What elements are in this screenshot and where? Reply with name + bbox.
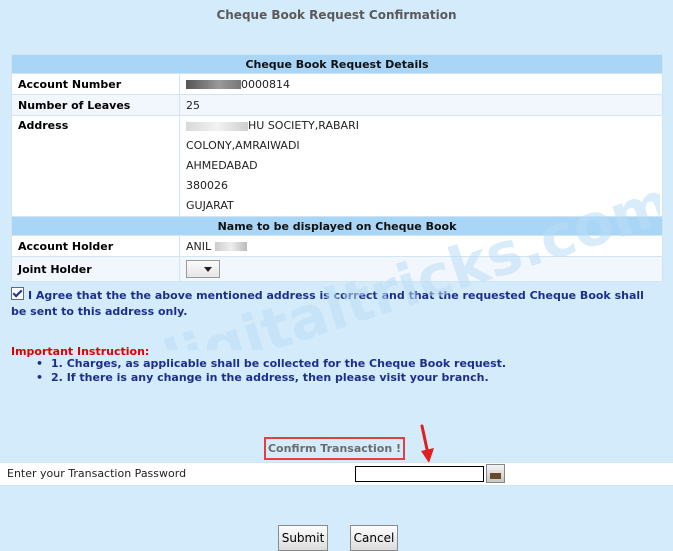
page-title: Cheque Book Request Confirmation	[216, 8, 457, 22]
address-line: AHMEDABAD	[186, 159, 258, 172]
account-number-label: Account Number	[11, 73, 180, 95]
joint-holder-cell	[179, 256, 663, 282]
password-label: Enter your Transaction Password	[7, 467, 187, 480]
password-row: Enter your Transaction Password	[0, 462, 673, 486]
details-section-header: Cheque Book Request Details	[11, 54, 663, 74]
agree-text: I Agree that the the above mentioned add…	[11, 289, 644, 318]
virtual-keyboard-icon[interactable]	[486, 464, 505, 483]
instruction-item: 2. If there is any change in the address…	[36, 371, 506, 385]
cancel-button[interactable]: Cancel	[350, 525, 398, 551]
name-section-header: Name to be displayed on Cheque Book	[11, 216, 663, 236]
cheque-details-table: Cheque Book Request Details Account Numb…	[11, 54, 663, 282]
instructions-list: 1. Charges, as applicable shall be colle…	[36, 357, 506, 385]
submit-button[interactable]: Submit	[278, 525, 328, 551]
masked-account-prefix	[186, 80, 241, 89]
instruction-item: 1. Charges, as applicable shall be colle…	[36, 357, 506, 371]
masked-surname	[214, 242, 247, 251]
account-holder-label: Account Holder	[11, 235, 180, 257]
account-holder-cell: ANIL	[179, 235, 663, 257]
confirm-transaction-label: Confirm Transaction !	[264, 437, 405, 460]
address-cell: HU SOCIETY,RABARI COLONY,AMRAIWADI AHMED…	[179, 115, 663, 217]
address-label: Address	[11, 115, 180, 217]
account-holder-value: ANIL	[186, 239, 212, 253]
transaction-password-input[interactable]	[355, 466, 484, 482]
masked-address-prefix	[186, 121, 248, 131]
address-line: HU SOCIETY,RABARI	[248, 119, 359, 132]
leaves-value: 25	[179, 94, 663, 116]
agree-section: I Agree that the the above mentioned add…	[11, 287, 661, 320]
joint-holder-select[interactable]	[186, 260, 220, 278]
account-number-value: 0000814	[241, 77, 290, 91]
joint-holder-label: Joint Holder	[11, 256, 180, 282]
red-arrow-icon	[420, 424, 434, 463]
address-line: GUJARAT	[186, 199, 234, 212]
agree-checkbox[interactable]	[11, 287, 24, 300]
account-number-cell: 0000814	[179, 73, 663, 95]
leaves-label: Number of Leaves	[11, 94, 180, 116]
chevron-down-icon	[204, 267, 212, 272]
address-line: COLONY,AMRAIWADI	[186, 139, 300, 152]
address-line: 380026	[186, 179, 228, 192]
